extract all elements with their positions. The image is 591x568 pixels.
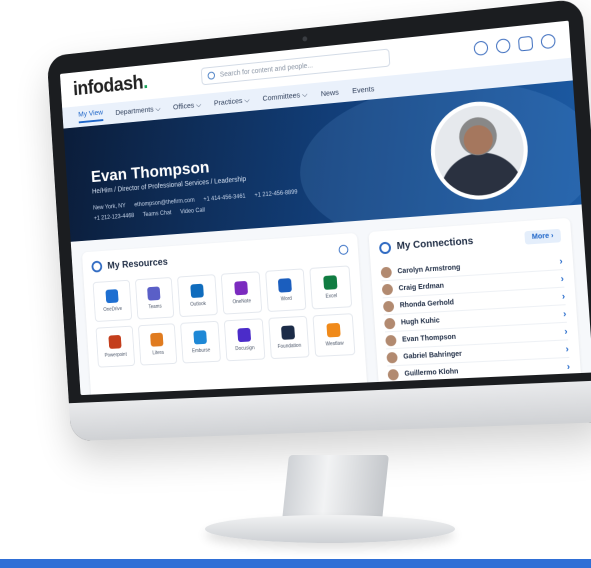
app-icon (108, 335, 121, 349)
search-icon (208, 71, 216, 79)
resource-tile[interactable]: Docusign (224, 318, 265, 361)
connection-avatar (385, 334, 396, 346)
resource-tile[interactable]: Emburse (180, 321, 221, 364)
people-icon (379, 241, 391, 254)
more-button[interactable]: More › (524, 229, 561, 245)
app-icon (281, 325, 295, 339)
app-icon (327, 323, 341, 338)
resources-panel: My Resources OneDrive Teams Outlook OneNote… (82, 233, 369, 395)
chevron-right-icon[interactable]: › (563, 308, 567, 319)
settings-icon[interactable] (338, 244, 348, 255)
connections-panel: My Connections More › Carolyn Armstrong ›… (368, 218, 583, 395)
app-icon (148, 286, 161, 300)
chevron-right-icon[interactable]: › (564, 326, 568, 336)
nav-offices[interactable]: Offices ⌵ (173, 100, 202, 112)
resource-tile-label: Word (281, 296, 293, 303)
resource-tile[interactable]: Teams (135, 277, 175, 320)
video-call-link[interactable]: Video Call (180, 208, 205, 216)
marketing-stage: infodash. Search for content and people.… (0, 0, 591, 568)
resource-tile[interactable]: Powerpoint (96, 326, 135, 368)
resources-title: My Resources (107, 256, 168, 271)
brand-logo[interactable]: infodash. (72, 71, 148, 100)
resource-tile-label: OneNote (232, 298, 251, 305)
search-placeholder: Search for content and people... (220, 62, 313, 78)
chevron-right-icon[interactable]: › (565, 343, 569, 353)
nav-my-view[interactable]: My View (78, 108, 104, 124)
connections-header: My Connections More › (379, 229, 561, 255)
chevron-right-icon[interactable]: › (566, 361, 570, 371)
app-icon (323, 275, 337, 290)
connection-avatar (387, 368, 398, 380)
resource-tile-label: OneDrive (103, 306, 122, 313)
connection-name: Evan Thompson (402, 333, 456, 343)
profile-phone-1[interactable]: +1 414-456-3461 (203, 194, 246, 203)
resource-tile-label: Powerpoint (104, 352, 126, 359)
resource-tile-label: Westlaw (325, 341, 343, 348)
resource-tile[interactable]: Outlook (177, 274, 218, 317)
resource-tile-label: Litera (152, 350, 164, 356)
user-icon[interactable] (496, 38, 511, 54)
resource-tile[interactable]: Litera (138, 323, 178, 365)
app-icon (151, 333, 164, 347)
contacts-icon[interactable] (518, 36, 533, 52)
more-label: More (532, 233, 550, 241)
resource-tile[interactable]: Westlaw (313, 313, 356, 357)
connection-avatar (384, 317, 395, 329)
resource-tile[interactable]: Word (265, 268, 307, 312)
connection-name: Guillermo Klohn (404, 368, 458, 378)
brand-name: infodash (72, 72, 143, 100)
resource-tile-label: Excel (325, 293, 337, 300)
resource-tile-label: Emburse (192, 348, 211, 355)
app-screen: infodash. Search for content and people.… (60, 21, 591, 396)
app-icon (237, 328, 251, 342)
connection-avatar (382, 283, 393, 295)
app-icon (193, 330, 207, 344)
profile-phone-3[interactable]: +1 212-123-4468 (94, 213, 135, 222)
nav-departments[interactable]: Departments ⌵ (115, 104, 161, 118)
connection-name: Craig Erdman (398, 282, 444, 292)
resource-tile[interactable]: OneNote (221, 271, 262, 314)
profile-location: New York, NY (93, 203, 126, 211)
connection-avatar (383, 300, 394, 312)
app-icon (278, 278, 292, 293)
gear-icon[interactable] (540, 33, 555, 49)
connections-title: My Connections (396, 236, 473, 252)
bottom-accent-bar (0, 559, 591, 568)
connection-avatar (386, 351, 397, 363)
monitor-base (205, 515, 455, 543)
top-icons (473, 33, 555, 56)
connection-name: Carolyn Armstrong (397, 264, 460, 275)
resource-tile-label: Foundation (277, 343, 301, 350)
connections-list: Carolyn Armstrong › Craig Erdman › Rhonda Ge… (380, 253, 570, 384)
nav-practices[interactable]: Practices ⌵ (214, 95, 250, 108)
teams-chat-link[interactable]: Teams Chat (143, 210, 172, 218)
apps-icon (91, 261, 102, 273)
resource-tile-label: Outlook (190, 301, 206, 308)
bell-icon[interactable] (473, 40, 488, 56)
app-icon (234, 281, 248, 295)
resource-tile[interactable]: OneDrive (93, 280, 132, 322)
camera-dot (302, 36, 307, 41)
connection-name: Rhonda Gerhold (400, 299, 455, 309)
chevron-right-icon[interactable]: › (559, 256, 563, 267)
resource-tile-label: Teams (148, 304, 162, 311)
nav-committees[interactable]: Committees ⌵ (262, 90, 308, 104)
profile-phone-2[interactable]: +1 212-456-8899 (254, 190, 297, 199)
resource-tile[interactable]: Excel (310, 265, 353, 309)
nav-events[interactable]: Events (352, 84, 375, 95)
resource-grid: OneDrive Teams Outlook OneNote Word Excel Powe… (93, 265, 356, 367)
brand-dot: . (142, 71, 148, 92)
resource-tile[interactable]: Foundation (268, 316, 310, 359)
app-icon (190, 284, 204, 298)
nav-news[interactable]: News (320, 87, 339, 98)
chevron-right-icon[interactable]: › (562, 291, 566, 302)
chevron-right-icon[interactable]: › (560, 273, 564, 284)
connection-name: Gabriel Bahringer (403, 350, 462, 360)
connection-name: Hugh Kuhic (401, 317, 440, 326)
imac-monitor: infodash. Search for content and people.… (47, 0, 591, 441)
connection-avatar (381, 266, 392, 278)
resource-tile-label: Docusign (235, 345, 255, 352)
app-icon (105, 289, 118, 303)
